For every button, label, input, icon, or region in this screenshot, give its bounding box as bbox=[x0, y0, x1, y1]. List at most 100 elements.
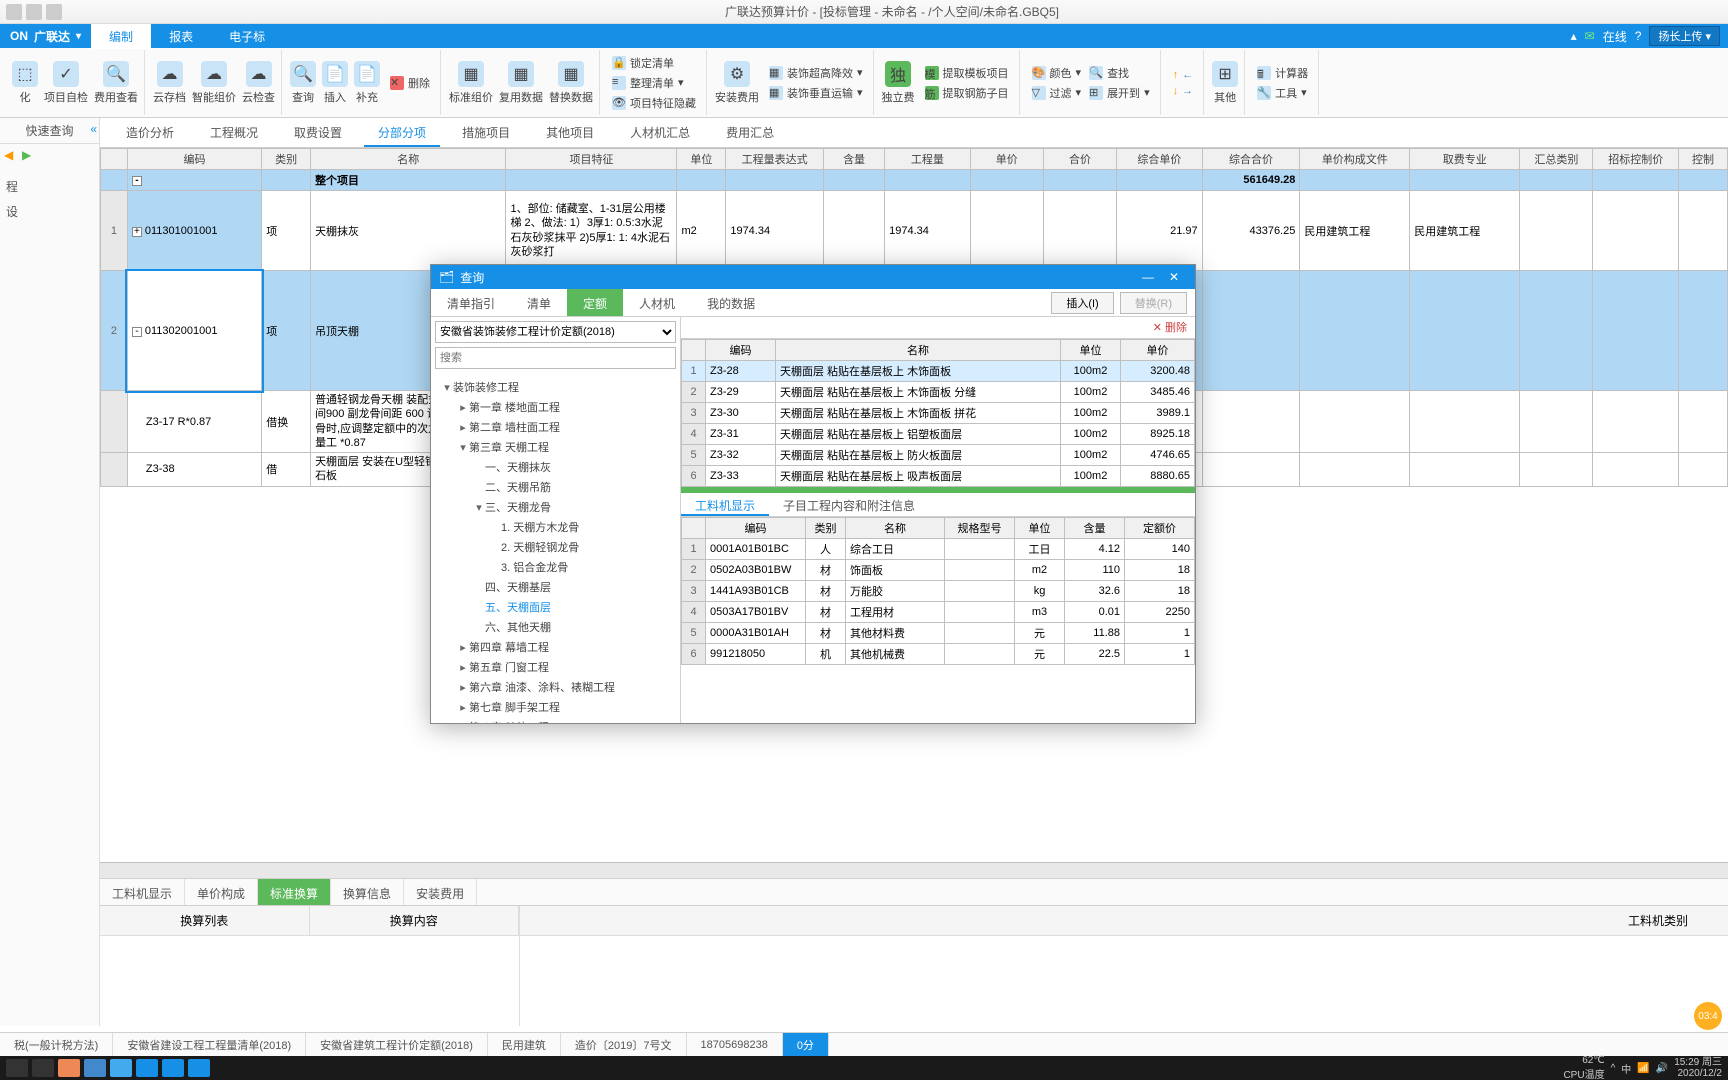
tree-node[interactable]: 五、天棚面层 bbox=[437, 597, 674, 617]
ribbon-color[interactable]: 🎨颜色 ▾ bbox=[1032, 64, 1082, 82]
dlg-tab-glj[interactable]: 人材机 bbox=[623, 289, 691, 316]
tree-node[interactable]: ▸第四章 幕墙工程 bbox=[437, 637, 674, 657]
ribbon-move-down[interactable]: ↓ → bbox=[1173, 84, 1194, 98]
ribbon-smart-price[interactable]: ☁智能组价 bbox=[192, 61, 236, 105]
ribbon-extract-template[interactable]: 模提取模板项目 bbox=[925, 64, 1009, 82]
ribbon-other[interactable]: ⊞其他 bbox=[1212, 61, 1238, 105]
subtab-division[interactable]: 分部分项 bbox=[364, 118, 440, 147]
tree-node[interactable]: ▸第八章 其他工程 bbox=[437, 717, 674, 723]
nav-right-icon[interactable]: ▶ bbox=[22, 148, 36, 162]
ribbon-query[interactable]: 🔍查询 bbox=[290, 61, 316, 105]
grid-project-row[interactable]: - 整个项目 561649.28 bbox=[101, 170, 1728, 191]
nav-item[interactable]: 设 bbox=[6, 199, 93, 224]
dialog-close-button[interactable]: ✕ bbox=[1161, 270, 1187, 284]
tab-report[interactable]: 报表 bbox=[151, 24, 211, 49]
taskbar-app-icon[interactable] bbox=[84, 1059, 106, 1077]
subtab-content-note[interactable]: 子目工程内容和附注信息 bbox=[769, 493, 929, 516]
ribbon-lock-list[interactable]: 🔒锁定清单 bbox=[612, 54, 696, 72]
glj-row[interactable]: 40503A17B01BV材工程用材m30.012250 bbox=[682, 602, 1195, 623]
tray-volume-icon[interactable]: 🔊 bbox=[1656, 1063, 1668, 1074]
ribbon-hide-feature[interactable]: 👁项目特征隐藏 bbox=[612, 94, 696, 112]
tree-node[interactable]: 一、天棚抹灰 bbox=[437, 457, 674, 477]
subtab-price-analysis[interactable]: 造价分析 bbox=[112, 118, 188, 147]
bottom-tab-glj[interactable]: 工料机显示 bbox=[100, 879, 185, 905]
tree-node[interactable]: ▸第七章 脚手架工程 bbox=[437, 697, 674, 717]
replace-button[interactable]: 替换(R) bbox=[1120, 292, 1187, 314]
ribbon-independent-fee[interactable]: 独独立费 bbox=[882, 61, 915, 105]
status-tax[interactable]: 税(一般计税方法) bbox=[0, 1033, 113, 1056]
ribbon-standard-price[interactable]: ▦标准组价 bbox=[449, 61, 493, 105]
status-score[interactable]: 0分 bbox=[783, 1033, 829, 1056]
norm-item-row[interactable]: 2Z3-29天棚面层 粘贴在基层板上 木饰面板 分缝100m23485.46 bbox=[682, 382, 1195, 403]
dlg-tab-norm[interactable]: 定额 bbox=[567, 289, 623, 316]
timer-badge[interactable]: 03:4 bbox=[1694, 1002, 1722, 1030]
nav-item[interactable]: 程 bbox=[6, 174, 93, 199]
search-input[interactable] bbox=[435, 347, 676, 369]
taskbar-app-icon[interactable] bbox=[162, 1059, 184, 1077]
qat-icon[interactable] bbox=[46, 4, 62, 20]
norm-item-row[interactable]: 4Z3-31天棚面层 粘贴在基层板上 铝塑板面层100m28925.18 bbox=[682, 424, 1195, 445]
ribbon-tools[interactable]: 🔧工具 ▾ bbox=[1257, 84, 1308, 102]
brand-logo[interactable]: ON 广联达 ▾ bbox=[0, 28, 91, 45]
ribbon-hua[interactable]: ⬚化 bbox=[12, 61, 38, 105]
glj-detail-table[interactable]: 编码 类别 名称 规格型号 单位 含量 定额价 10001A01B01BC人综合… bbox=[681, 517, 1195, 665]
ribbon-cloud-save[interactable]: ☁云存档 bbox=[153, 61, 186, 105]
ribbon-install-fee[interactable]: ⚙安装费用 bbox=[715, 61, 759, 105]
ribbon-reuse-data[interactable]: ▦复用数据 bbox=[499, 61, 543, 105]
ribbon-decor-vert[interactable]: ▦装饰垂直运输 ▾ bbox=[769, 84, 863, 102]
ribbon-filter[interactable]: ▽过滤 ▾ bbox=[1032, 84, 1082, 102]
tree-node[interactable]: 四、天棚基层 bbox=[437, 577, 674, 597]
norm-item-row[interactable]: 6Z3-33天棚面层 粘贴在基层板上 吸声板面层100m28880.65 bbox=[682, 466, 1195, 487]
taskbar-app-icon[interactable] bbox=[110, 1059, 132, 1077]
glj-row[interactable]: 6991218050机其他机械费元22.51 bbox=[682, 644, 1195, 665]
glj-row[interactable]: 20502A03B01BW材饰面板m211018 bbox=[682, 560, 1195, 581]
norm-item-row[interactable]: 5Z3-32天棚面层 粘贴在基层板上 防火板面层100m24746.65 bbox=[682, 445, 1195, 466]
delete-row-button[interactable]: ✕ 删除 bbox=[1153, 319, 1187, 336]
tray-clock[interactable]: 15:29 周三 2020/12/2 bbox=[1674, 1057, 1722, 1079]
norm-items-table[interactable]: 编码 名称 单位 单价 1Z3-28天棚面层 粘贴在基层板上 木饰面板100m2… bbox=[681, 339, 1195, 487]
subtab-other[interactable]: 其他项目 bbox=[532, 118, 608, 147]
status-price-doc[interactable]: 造价〔2019〕7号文 bbox=[561, 1033, 687, 1056]
tree-node[interactable]: ▾第三章 天棚工程 bbox=[437, 437, 674, 457]
qat-icon[interactable] bbox=[26, 4, 42, 20]
bottom-tab-std-convert[interactable]: 标准换算 bbox=[258, 879, 331, 905]
taskbar-app-icon[interactable] bbox=[188, 1059, 210, 1077]
subtab-material[interactable]: 人材机汇总 bbox=[616, 118, 704, 147]
dlg-tab-list[interactable]: 清单 bbox=[511, 289, 567, 316]
message-icon[interactable]: ✉ bbox=[1585, 29, 1595, 43]
subtab-project-overview[interactable]: 工程概况 bbox=[196, 118, 272, 147]
glj-row[interactable]: 10001A01B01BC人综合工日工日4.12140 bbox=[682, 539, 1195, 560]
collapse-sidebar-icon[interactable]: « bbox=[90, 122, 97, 136]
dlg-tab-list-guide[interactable]: 清单指引 bbox=[431, 289, 511, 316]
tree-node[interactable]: ▾三、天棚龙骨 bbox=[437, 497, 674, 517]
tree-node[interactable]: 2. 天棚轻钢龙骨 bbox=[437, 537, 674, 557]
ribbon-expand[interactable]: ⊞展开到 ▾ bbox=[1089, 84, 1150, 102]
qat-icon[interactable] bbox=[6, 4, 22, 20]
ribbon-supplement[interactable]: 📄补充 bbox=[354, 61, 380, 105]
system-tray[interactable]: 62℃ CPU温度 ^ 中 📶 🔊 15:29 周三 2020/12/2 bbox=[1563, 1055, 1722, 1081]
insert-button[interactable]: 插入(I) bbox=[1051, 292, 1113, 314]
bottom-tab-unit-price[interactable]: 单价构成 bbox=[185, 879, 258, 905]
horizontal-scrollbar[interactable] bbox=[100, 862, 1728, 878]
ribbon-organize-list[interactable]: ≡整理清单 ▾ bbox=[612, 74, 696, 92]
glj-row[interactable]: 31441A93B01CB材万能胶kg32.618 bbox=[682, 581, 1195, 602]
tray-network-icon[interactable]: 📶 bbox=[1637, 1063, 1649, 1074]
tab-edit[interactable]: 编制 bbox=[91, 24, 151, 49]
ribbon-find[interactable]: 🔍查找 bbox=[1089, 64, 1129, 82]
norm-select[interactable]: 安徽省装饰装修工程计价定额(2018) bbox=[435, 321, 676, 343]
tree-node[interactable]: ▸第五章 门窗工程 bbox=[437, 657, 674, 677]
tree-node[interactable]: ▸第二章 墙柱面工程 bbox=[437, 417, 674, 437]
subtab-fee-summary[interactable]: 费用汇总 bbox=[712, 118, 788, 147]
upload-button[interactable]: 扬长上传 ▾ bbox=[1649, 26, 1720, 46]
tree-node[interactable]: ▸第六章 油漆、涂料、裱糊工程 bbox=[437, 677, 674, 697]
tray-ime-icon[interactable]: 中 bbox=[1621, 1061, 1631, 1076]
status-price-norm[interactable]: 安徽省建筑工程计价定额(2018) bbox=[306, 1033, 488, 1056]
norm-item-row[interactable]: 1Z3-28天棚面层 粘贴在基层板上 木饰面板100m23200.48 bbox=[682, 361, 1195, 382]
tree-node[interactable]: 二、天棚吊筋 bbox=[437, 477, 674, 497]
start-button[interactable] bbox=[6, 1059, 28, 1077]
status-list-norm[interactable]: 安徽省建设工程工程量清单(2018) bbox=[113, 1033, 306, 1056]
subtab-glj-show[interactable]: 工料机显示 bbox=[681, 493, 769, 516]
ribbon-self-check[interactable]: ✓项目自检 bbox=[44, 61, 88, 105]
bottom-tab-install-fee[interactable]: 安装费用 bbox=[404, 879, 477, 905]
bottom-tab-convert-info[interactable]: 换算信息 bbox=[331, 879, 404, 905]
